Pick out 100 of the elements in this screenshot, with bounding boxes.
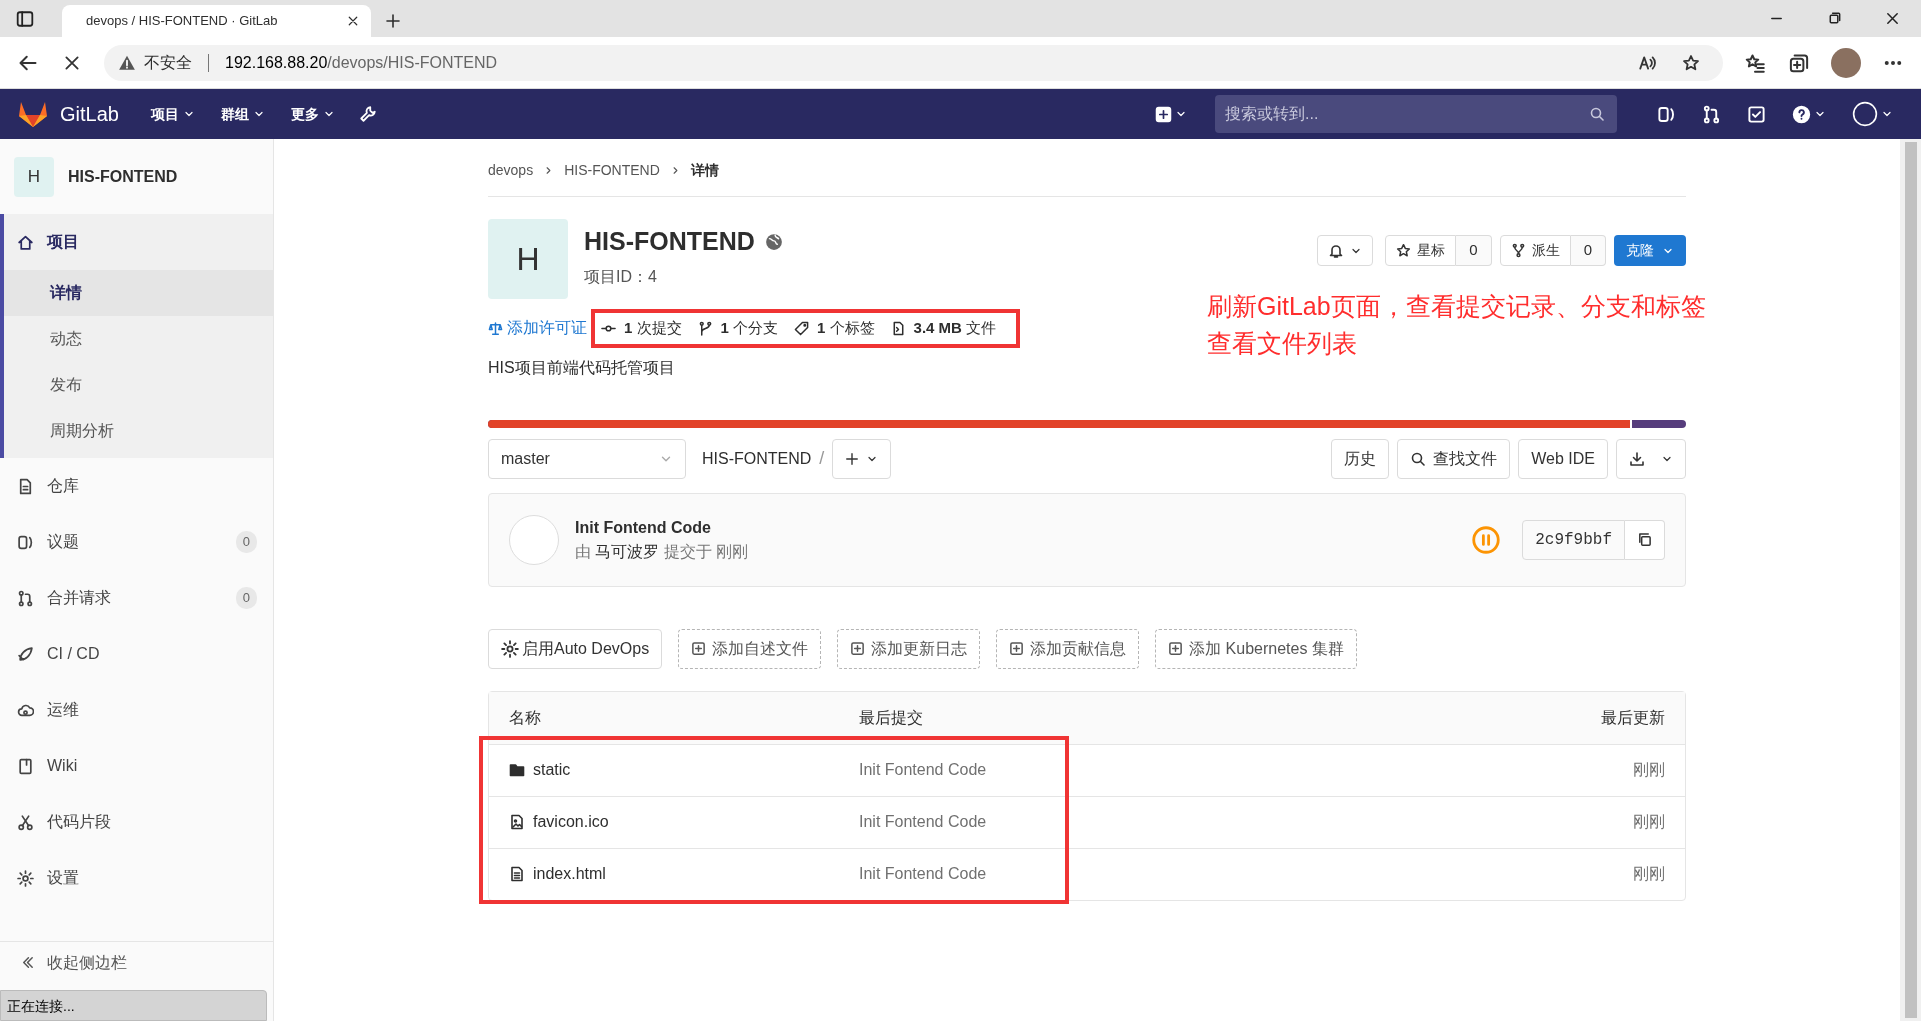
issues-icon: [17, 533, 34, 551]
sidebar-item[interactable]: 合并请求 0: [0, 570, 273, 626]
image-file-icon: [509, 814, 525, 830]
nav-menu[interactable]: 群组: [210, 97, 275, 131]
bell-icon: [1328, 242, 1345, 259]
column-header: 名称: [509, 708, 541, 726]
branch-select[interactable]: master: [488, 438, 686, 479]
commit-message-link[interactable]: Init Fontend Code: [859, 813, 987, 830]
column-header: 最后提交: [859, 708, 923, 726]
sidebar-item[interactable]: 设置: [0, 850, 273, 906]
sidebar-subitem[interactable]: 动态: [4, 316, 273, 362]
commit-title[interactable]: Init Fontend Code: [575, 515, 749, 540]
clone-button[interactable]: 克隆: [1614, 235, 1686, 266]
close-icon[interactable]: [347, 15, 359, 27]
double-chevron-icon: [20, 955, 35, 970]
project-id: 项目ID：4: [584, 266, 658, 287]
path-link[interactable]: HIS-FONTEND: [702, 446, 812, 471]
star-count[interactable]: 0: [1456, 235, 1492, 266]
history-button[interactable]: 历史: [1331, 438, 1390, 479]
add-license-link[interactable]: 添加许可证: [488, 316, 587, 341]
stat-link[interactable]: 3.4 MB 文件: [890, 317, 997, 340]
commit-message-link[interactable]: Init Fontend Code: [859, 761, 987, 778]
status-tooltip: 正在连接...: [0, 990, 267, 1021]
stat-link[interactable]: 1 次提交: [601, 317, 682, 340]
sidebar-item[interactable]: 代码片段: [0, 794, 273, 850]
count-badge: 0: [235, 587, 257, 609]
tab-title: devops / HIS-FONTEND · GitLab: [86, 12, 279, 31]
breadcrumb-link[interactable]: devops: [488, 160, 534, 181]
logo-text[interactable]: GitLab: [60, 99, 119, 129]
sidebar-item[interactable]: 仓库: [0, 458, 273, 514]
add-icon: [1009, 641, 1025, 656]
add-icon: [850, 641, 866, 656]
find-file-button[interactable]: 查找文件: [1397, 438, 1511, 479]
security-label: 不安全: [144, 52, 192, 73]
nav-menu[interactable]: 项目: [140, 97, 205, 131]
file-name-link[interactable]: static: [533, 758, 571, 782]
sidebar-label: 合并请求: [47, 588, 111, 608]
help-icon: [1792, 104, 1811, 124]
stat-link[interactable]: 1 个分支: [697, 317, 779, 340]
gitlab-logo[interactable]: [18, 100, 48, 128]
download-dropdown[interactable]: [1616, 438, 1686, 479]
add-icon: [1168, 641, 1184, 656]
sidebar-item[interactable]: 项目: [4, 214, 273, 270]
add-file-button[interactable]: 添加自述文件: [678, 628, 822, 669]
plus-icon: [1155, 105, 1172, 123]
sidebar-item[interactable]: CI / CD: [0, 626, 273, 682]
sidebar-subitem[interactable]: 发布: [4, 362, 273, 408]
fork-button[interactable]: 派生: [1499, 235, 1571, 266]
collapse-sidebar-link[interactable]: 收起侧边栏: [0, 941, 273, 983]
add-file-button[interactable]: 添加 Kubernetes 集群: [1155, 628, 1357, 669]
author-link[interactable]: 马可波罗: [595, 542, 660, 560]
fork-count[interactable]: 0: [1570, 235, 1606, 266]
project-name[interactable]: HIS-FONTEND: [68, 164, 178, 189]
notification-dropdown[interactable]: [1317, 235, 1374, 266]
user-avatar-icon: [1852, 101, 1878, 127]
sidebar-subitem[interactable]: 详情: [4, 270, 273, 316]
add-dropdown[interactable]: [832, 438, 892, 479]
file-name-link[interactable]: index.html: [533, 862, 606, 886]
sidebar-item[interactable]: Wiki: [0, 738, 273, 794]
add-file-button[interactable]: 添加更新日志: [837, 628, 981, 669]
column-header: 最后更新: [1601, 708, 1665, 726]
nav-menu[interactable]: 更多: [280, 97, 345, 131]
updated-time: 刚刚: [1633, 812, 1665, 832]
sidebar-item[interactable]: 议题 0: [0, 514, 273, 570]
stat-link[interactable]: 1 个标签: [794, 317, 875, 340]
new-tab-icon[interactable]: [385, 13, 401, 29]
sidebar-item[interactable]: 运维: [0, 682, 273, 738]
wrench-icon[interactable]: [358, 105, 377, 123]
updated-time: 刚刚: [1633, 864, 1665, 884]
commit-sha[interactable]: 2c9f9bbf: [1522, 519, 1625, 560]
sidebar-subitem[interactable]: 周期分析: [4, 408, 273, 454]
star-icon: [1396, 243, 1412, 258]
search-icon: [1589, 106, 1605, 122]
address-bar[interactable]: 不安全 192.168.88.20/devops/HIS-FONTEND: [104, 44, 1723, 81]
search-field[interactable]: 搜索或转到...: [1215, 95, 1617, 133]
merge-request-icon: [17, 589, 34, 607]
star-button[interactable]: 星标: [1385, 235, 1457, 266]
commit-meta: 由 马可波罗 提交于 刚刚: [575, 541, 749, 562]
count-badge: 0: [235, 531, 257, 553]
breadcrumb-link[interactable]: HIS-FONTEND: [564, 160, 660, 181]
profile-avatar[interactable]: [1831, 47, 1861, 78]
add-file-button[interactable]: 添加贡献信息: [996, 628, 1140, 669]
copy-button[interactable]: [1625, 519, 1665, 560]
browser-tab[interactable]: devops / HIS-FONTEND · GitLab: [62, 5, 371, 37]
scrollbar[interactable]: [1900, 139, 1921, 1021]
commit-message-link[interactable]: Init Fontend Code: [859, 865, 987, 882]
book-icon: [17, 757, 34, 775]
home-icon: [17, 233, 34, 251]
file-icon: [509, 866, 525, 882]
annotation-text: 查看文件列表: [1207, 329, 1357, 357]
auto-devops-button[interactable]: 启用Auto DevOps: [488, 628, 663, 669]
breadcrumb-link[interactable]: 详情: [690, 160, 719, 181]
project-description: HIS项目前端代码托管项目: [488, 358, 675, 376]
web-ide-button[interactable]: Web IDE: [1518, 438, 1608, 479]
tag-icon: [794, 320, 810, 336]
globe-icon: [764, 232, 783, 251]
file-name-link[interactable]: favicon.ico: [533, 810, 609, 834]
updated-time: 刚刚: [1633, 760, 1665, 780]
fork-icon: [1510, 243, 1526, 258]
settings-icon: [17, 869, 34, 887]
